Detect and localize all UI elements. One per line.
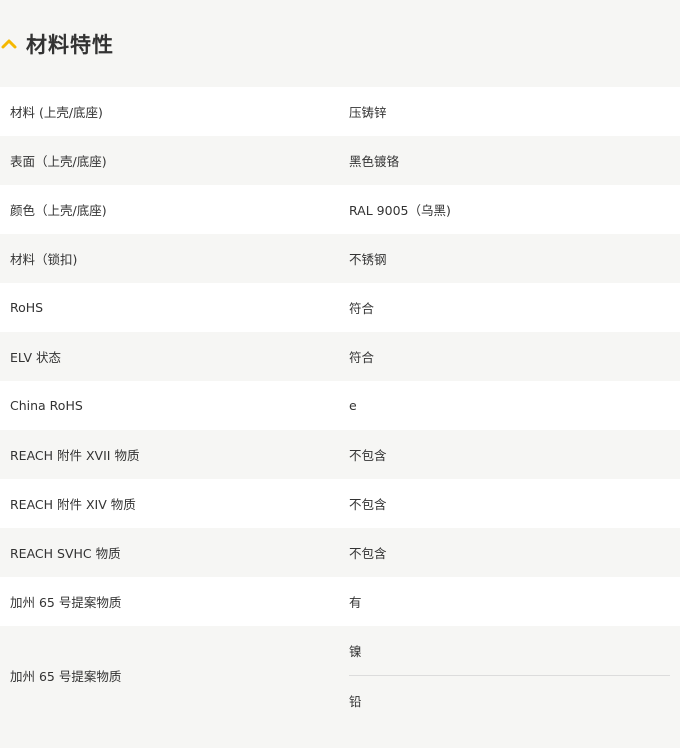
property-value: 铅: [349, 694, 362, 709]
properties-table: 材料 (上壳/底座) 压铸锌 表面（上壳/底座) 黑色镀铬 颜色（上壳/底座) …: [0, 87, 680, 725]
property-label: China RoHS: [10, 398, 83, 413]
property-label: 材料（锁扣): [10, 252, 78, 267]
property-value: RAL 9005（乌黑): [349, 203, 451, 218]
property-label: 颜色（上壳/底座): [10, 203, 107, 218]
table-row: ELV 状态 符合: [0, 332, 680, 381]
table-row: REACH 附件 XIV 物质 不包含: [0, 479, 680, 528]
property-label: REACH 附件 XVII 物质: [10, 448, 140, 463]
table-row: 加州 65 号提案物质 有: [0, 577, 680, 626]
property-value: 压铸锌: [349, 105, 387, 120]
property-value: 黑色镀铬: [349, 154, 400, 169]
property-label: REACH SVHC 物质: [10, 546, 121, 561]
property-value: 不锈钢: [349, 252, 387, 267]
property-label: 加州 65 号提案物质: [10, 595, 122, 610]
property-value-list: 镍 铅: [339, 626, 680, 725]
section-header[interactable]: 材料特性: [0, 0, 680, 87]
property-value: e: [349, 398, 357, 413]
table-row: 表面（上壳/底座) 黑色镀铬: [0, 136, 680, 185]
property-value: 不包含: [349, 546, 387, 561]
property-value: 符合: [349, 350, 375, 365]
table-row: 材料 (上壳/底座) 压铸锌: [0, 87, 680, 136]
table-row: 材料（锁扣) 不锈钢: [0, 234, 680, 283]
table-row: 颜色（上壳/底座) RAL 9005（乌黑): [0, 185, 680, 234]
chevron-up-icon[interactable]: [0, 35, 18, 53]
property-label: 加州 65 号提案物质: [10, 669, 122, 684]
table-row-multi: 加州 65 号提案物质 镍 铅: [0, 626, 680, 725]
section-title: 材料特性: [26, 32, 114, 57]
table-row: REACH 附件 XVII 物质 不包含: [0, 430, 680, 479]
property-value: 不包含: [349, 497, 387, 512]
property-label: REACH 附件 XIV 物质: [10, 497, 136, 512]
table-row: China RoHS e: [0, 381, 680, 430]
property-value: 符合: [349, 301, 375, 316]
property-label: 表面（上壳/底座): [10, 154, 107, 169]
property-value: 镍: [349, 644, 362, 659]
property-value: 有: [349, 595, 362, 610]
property-label: 材料 (上壳/底座): [10, 105, 103, 120]
material-properties-panel: 材料特性 材料 (上壳/底座) 压铸锌 表面（上壳/底座) 黑色镀铬 颜色（上壳…: [0, 0, 680, 748]
table-row: RoHS 符合: [0, 283, 680, 332]
table-row: REACH SVHC 物质 不包含: [0, 528, 680, 577]
property-label: RoHS: [10, 300, 44, 315]
property-label: ELV 状态: [10, 350, 62, 365]
property-value: 不包含: [349, 448, 387, 463]
